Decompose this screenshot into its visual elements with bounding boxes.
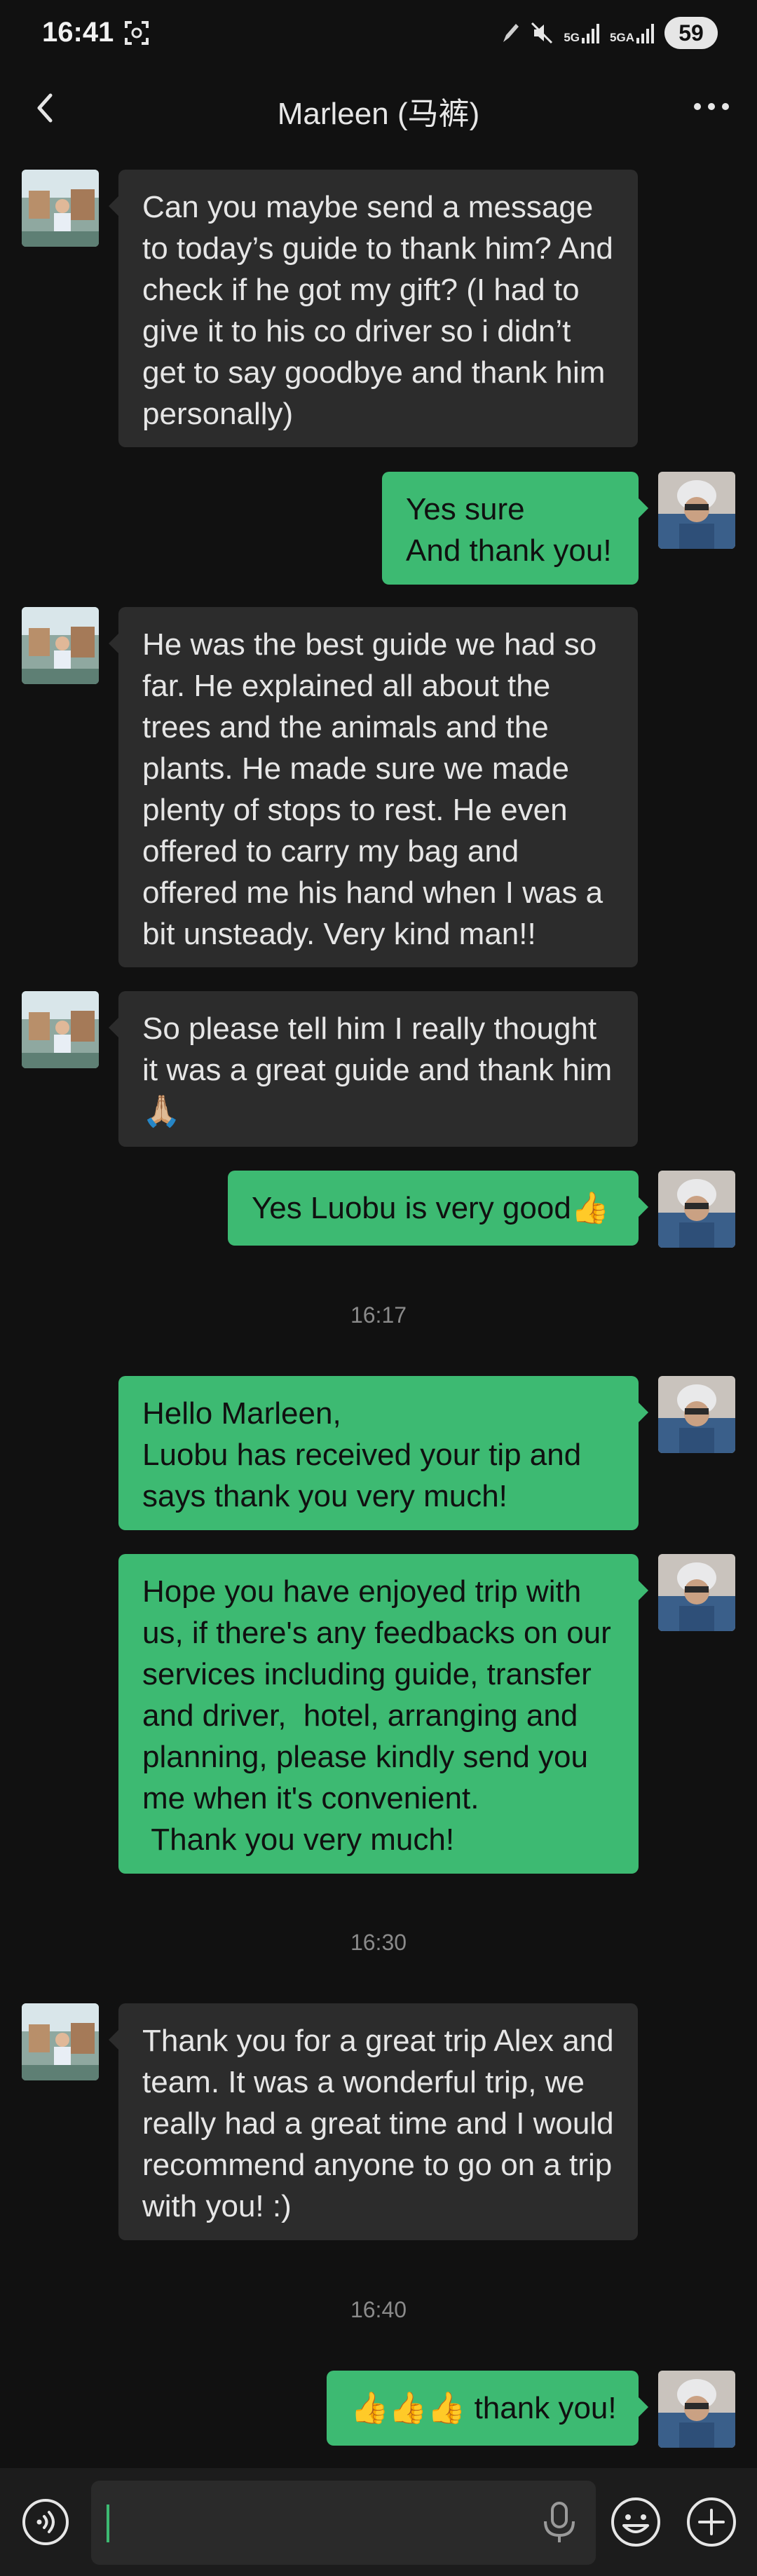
- timestamp: 16:17: [350, 1302, 407, 1328]
- avatar-photo: [22, 607, 99, 684]
- plus-icon[interactable]: [686, 2496, 737, 2548]
- signal-icon: [582, 24, 600, 43]
- microphone-icon[interactable]: [540, 2500, 579, 2545]
- message-bubble-incoming[interactable]: So please tell him I really thought it w…: [109, 991, 638, 1147]
- battery-indicator: 59: [664, 17, 718, 49]
- avatar-photo: [22, 2003, 99, 2080]
- message-input[interactable]: [91, 2481, 596, 2565]
- chat-input-bar: [0, 2468, 757, 2576]
- status-time: 16:41: [42, 17, 114, 48]
- chat-title: Marleen (马裤): [277, 97, 480, 131]
- message-bubble-incoming[interactable]: Can you maybe send a message to today’s …: [109, 170, 638, 447]
- avatar-photo: [658, 1171, 735, 1248]
- message-bubble-outgoing[interactable]: Yes sure And thank you!: [382, 472, 648, 585]
- my-avatar[interactable]: [658, 2371, 735, 2448]
- message-bubble-incoming[interactable]: Thank you for a great trip Alex and team…: [109, 2003, 638, 2240]
- chat-header: Marleen (马裤): [0, 70, 757, 147]
- contact-avatar[interactable]: [22, 170, 99, 247]
- message-bubble-outgoing[interactable]: Yes Luobu is very good👍: [228, 1171, 648, 1246]
- message-bubble-outgoing[interactable]: Hello Marleen, Luobu has received your t…: [118, 1376, 648, 1530]
- screenshot-icon: [125, 21, 149, 45]
- text-caret: [107, 2505, 109, 2542]
- message-bubble-incoming[interactable]: He was the best guide we had so far. He …: [109, 607, 638, 967]
- mute-icon: [531, 22, 553, 44]
- contact-avatar[interactable]: [22, 991, 99, 1068]
- signal-icon: [636, 24, 654, 43]
- message-bubble-outgoing[interactable]: Hope you have enjoyed trip with us, if t…: [118, 1554, 648, 1874]
- avatar-photo: [658, 1554, 735, 1631]
- pen-icon: [503, 24, 519, 42]
- my-avatar[interactable]: [658, 1171, 735, 1248]
- my-avatar[interactable]: [658, 472, 735, 549]
- contact-avatar[interactable]: [22, 2003, 99, 2080]
- my-avatar[interactable]: [658, 1554, 735, 1631]
- avatar-photo: [658, 472, 735, 549]
- avatar-photo: [658, 1376, 735, 1453]
- avatar-photo: [22, 170, 99, 247]
- network-indicator-2: 5GA: [610, 22, 655, 43]
- network-indicator-1: 5G: [564, 22, 600, 43]
- voice-mode-icon[interactable]: [21, 2497, 70, 2547]
- timestamp: 16:30: [350, 1930, 407, 1955]
- avatar-photo: [658, 2371, 735, 2448]
- emoji-icon[interactable]: [610, 2496, 662, 2548]
- status-bar: 16:41 5G 5GA 59: [0, 0, 757, 70]
- my-avatar[interactable]: [658, 1376, 735, 1453]
- message-bubble-outgoing[interactable]: 👍👍👍 thank you!: [327, 2371, 648, 2446]
- timestamp: 16:40: [350, 2297, 407, 2322]
- more-dots-icon[interactable]: [687, 86, 736, 128]
- avatar-photo: [22, 991, 99, 1068]
- contact-avatar[interactable]: [22, 607, 99, 684]
